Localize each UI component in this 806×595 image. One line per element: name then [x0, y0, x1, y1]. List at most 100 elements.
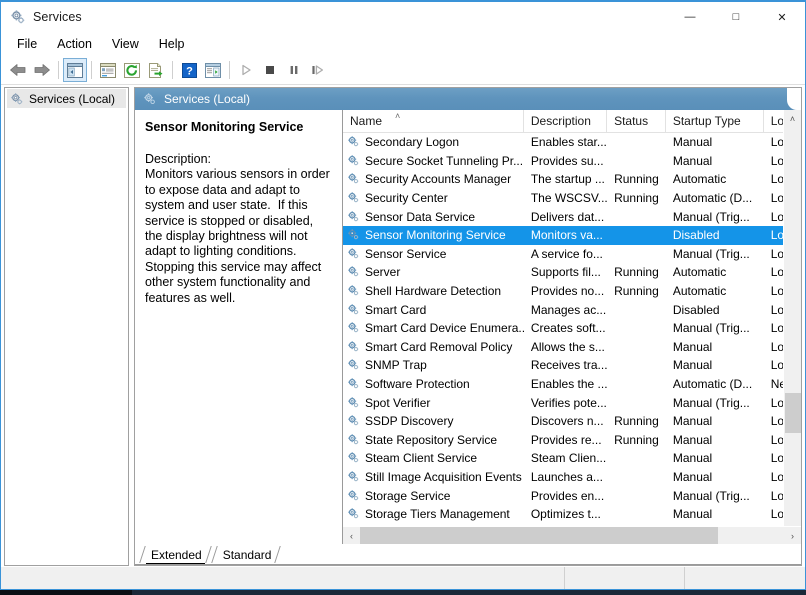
horizontal-scroll-track[interactable]	[360, 527, 784, 544]
cell-service-name: Smart Card	[365, 302, 427, 317]
table-row[interactable]: Still Image Acquisition Events Launches a…	[343, 468, 801, 487]
export-list-icon[interactable]	[144, 58, 168, 82]
table-row[interactable]: Secure Socket Tunneling Pr... Provides su…	[343, 152, 801, 171]
console-pane-icon[interactable]	[201, 58, 225, 82]
help-question-icon[interactable]: ?	[177, 58, 201, 82]
vertical-scroll-thumb[interactable]	[785, 393, 801, 433]
cell-description: Enables star...	[530, 135, 607, 150]
cell-description: Provides no...	[530, 284, 605, 299]
cell-service-name: Secure Socket Tunneling Pr...	[365, 153, 524, 168]
pane-header-corner	[787, 88, 801, 110]
table-row[interactable]: SSDP Discovery Discovers n... Running Manua…	[343, 412, 801, 431]
console-tree-pane: Services (Local)	[4, 87, 129, 566]
service-gear-icon	[347, 321, 361, 335]
restart-icon[interactable]	[306, 58, 330, 82]
cell-name: Sensor Monitoring Service	[343, 228, 524, 242]
table-row[interactable]: Server Supports fil... Running Automatic Loc	[343, 263, 801, 282]
properties-icon[interactable]	[96, 58, 120, 82]
cell-name: Secure Socket Tunneling Pr...	[343, 154, 524, 168]
table-row[interactable]: State Repository Service Provides re... Ru…	[343, 431, 801, 450]
table-row[interactable]: SNMP Trap Receives tra... Manual Loc	[343, 356, 801, 375]
refresh-icon[interactable]	[120, 58, 144, 82]
menu-help[interactable]: Help	[149, 34, 195, 55]
cell-description: Provides en...	[530, 488, 605, 503]
toolbar-separator	[172, 61, 173, 79]
table-row[interactable]: Steam Client Service Steam Clien... Manual…	[343, 449, 801, 468]
cell-description: Optimizes t...	[530, 507, 601, 522]
view-tabs: Extended Standard	[135, 544, 801, 565]
cell-name: Software Protection	[343, 377, 524, 391]
service-gear-icon	[347, 172, 361, 186]
table-row[interactable]: Security Accounts Manager The startup ...…	[343, 170, 801, 189]
cell-description: Provides su...	[530, 153, 604, 168]
selected-service-title: Sensor Monitoring Service	[145, 120, 304, 134]
service-gear-icon	[347, 265, 361, 279]
menu-action[interactable]: Action	[47, 34, 102, 55]
cell-startup-type: Manual	[672, 432, 713, 447]
show-tree-icon[interactable]	[63, 58, 87, 82]
close-button[interactable]: ✕	[759, 2, 805, 32]
cell-description: Launches a...	[530, 469, 603, 484]
menu-file[interactable]: File	[7, 34, 47, 55]
back-button[interactable]	[6, 58, 30, 82]
table-row[interactable]: Spot Verifier Verifies pote... Manual (Tri…	[343, 393, 801, 412]
pause-icon[interactable]	[282, 58, 306, 82]
cell-name: Security Center	[343, 191, 524, 205]
table-row[interactable]: Storage Tiers Management Optimizes t... Ma…	[343, 505, 801, 524]
cell-service-name: Storage Tiers Management	[365, 507, 510, 522]
description-text: Monitors various sensors in order to exp…	[145, 167, 334, 305]
table-row[interactable]: Security Center The WSCSV... Running Automa…	[343, 189, 801, 208]
cell-name: Sensor Data Service	[343, 210, 524, 224]
service-gear-icon	[347, 470, 361, 484]
table-row[interactable]: Sensor Data Service Delivers dat... Manual…	[343, 207, 801, 226]
tab-extended[interactable]: Extended	[139, 545, 212, 564]
table-row[interactable]: Smart Card Device Enumera... Creates soft…	[343, 319, 801, 338]
cell-startup-type: Manual	[672, 469, 713, 484]
cell-startup-type: Automatic	[672, 265, 727, 280]
horizontal-scroll-thumb[interactable]	[360, 527, 718, 544]
minimize-button[interactable]: —	[667, 2, 713, 32]
vertical-scrollbar[interactable]: ˄ ˅	[783, 110, 801, 544]
cell-service-name: Spot Verifier	[365, 395, 431, 410]
column-header-status[interactable]: Status	[607, 110, 666, 132]
scroll-up-button[interactable]: ˄	[784, 110, 801, 127]
column-header-startup-type[interactable]: Startup Type	[666, 110, 764, 132]
table-row[interactable]: Smart Card Manages ac... Disabled Loc	[343, 300, 801, 319]
table-row[interactable]: Software Protection Enables the ... Automa…	[343, 375, 801, 394]
cell-description: A service fo...	[530, 246, 603, 261]
table-row[interactable]: Sensor Service A service fo... Manual (Tri…	[343, 245, 801, 264]
maximize-button[interactable]: □	[713, 2, 759, 32]
horizontal-scrollbar[interactable]: ‹ ›	[343, 526, 801, 544]
table-row[interactable]: Secondary Logon Enables star... Manual Loc	[343, 133, 801, 152]
tree-item-services-local[interactable]: Services (Local)	[7, 89, 126, 108]
cell-startup-type: Disabled	[672, 228, 720, 243]
cell-startup-type: Disabled	[672, 302, 720, 317]
cell-status: Running	[614, 432, 659, 447]
table-row[interactable]: Sensor Monitoring Service Monitors va... D…	[343, 225, 801, 245]
window-controls: — □ ✕	[667, 2, 805, 32]
service-gear-icon	[347, 210, 361, 224]
table-row[interactable]: Smart Card Removal Policy Allows the s...…	[343, 338, 801, 357]
play-icon[interactable]	[234, 58, 258, 82]
forward-button[interactable]	[30, 58, 54, 82]
table-row[interactable]: Shell Hardware Detection Provides no... Ru…	[343, 282, 801, 301]
menu-view[interactable]: View	[102, 34, 149, 55]
service-gear-icon	[347, 507, 361, 521]
results-pane: Services (Local) Sensor Monitoring Servi…	[134, 87, 802, 566]
cell-service-name: Software Protection	[365, 377, 470, 392]
table-row[interactable]: Storage Service Provides en... Manual (Tri…	[343, 486, 801, 505]
column-header-description[interactable]: Description	[524, 110, 608, 132]
cell-service-name: Sensor Service	[365, 246, 447, 261]
scroll-right-button[interactable]: ›	[784, 527, 801, 544]
cell-name: Smart Card Device Enumera...	[343, 321, 524, 335]
column-header-name[interactable]: Name ˄	[343, 110, 524, 132]
tab-standard[interactable]: Standard	[210, 545, 282, 564]
cell-description: Delivers dat...	[530, 209, 605, 224]
cell-startup-type: Manual	[672, 358, 713, 373]
cell-status: Running	[614, 414, 659, 429]
cell-description: The WSCSV...	[530, 191, 608, 206]
cell-description: Provides re...	[530, 432, 602, 447]
tab-edge-left	[139, 546, 146, 563]
stop-icon[interactable]	[258, 58, 282, 82]
scroll-left-button[interactable]: ‹	[343, 527, 360, 544]
